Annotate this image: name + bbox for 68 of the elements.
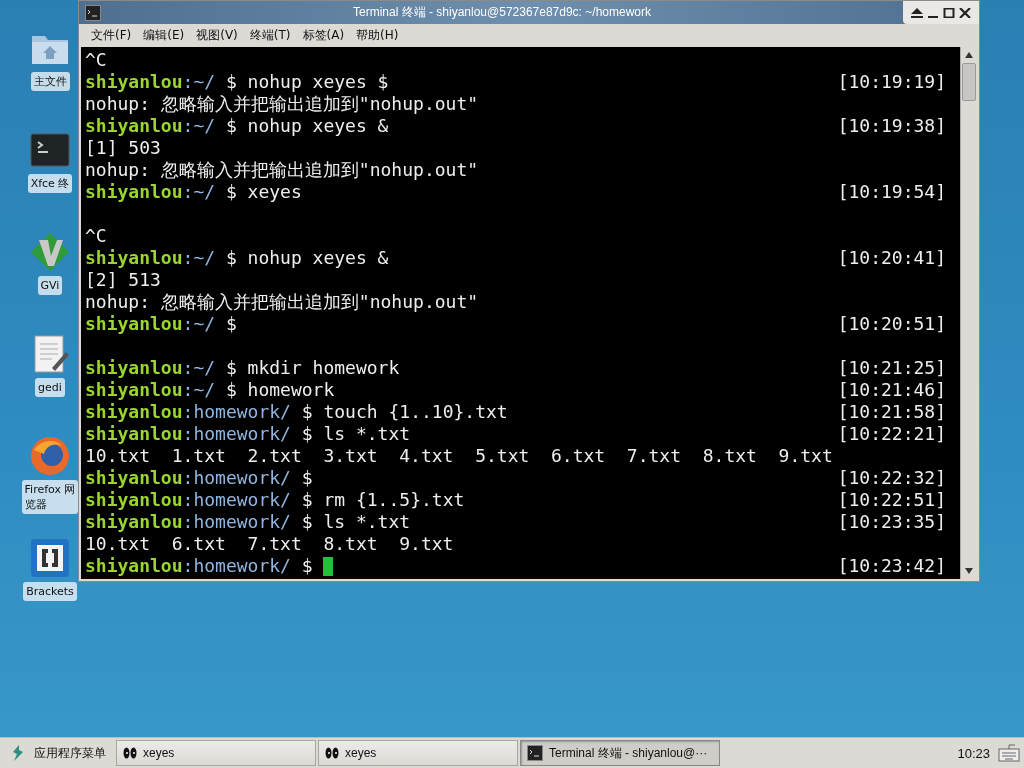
command-line: shiyanlou:homework/ $ xyxy=(85,555,314,577)
taskbar-button[interactable]: xeyes xyxy=(318,740,518,766)
terminal-output: [1] 503 xyxy=(85,137,161,159)
close-icon[interactable] xyxy=(959,7,971,18)
terminal-output: 10.txt 6.txt 7.txt 8.txt 9.txt xyxy=(85,533,454,555)
terminal-icon xyxy=(527,745,543,761)
command-line: shiyanlou:~/ $ nohup xeyes & xyxy=(85,115,389,137)
timestamp: [10:23:42] xyxy=(837,555,946,577)
command-line: shiyanlou:~/ $ nohup xeyes $ xyxy=(85,71,389,93)
window-title: Terminal 终端 - shiyanlou@572367e87d9c: ~/homework xyxy=(352,4,652,21)
command-line: shiyanlou:~/ $ xyxy=(85,313,237,335)
command-line: shiyanlou:homework/ $ xyxy=(85,467,313,489)
terminal-output: nohup: 忽略输入并把输出追加到"nohup.out" xyxy=(85,93,479,115)
menu-item[interactable]: 标签(A) xyxy=(296,25,351,46)
terminal-output: ^C xyxy=(85,49,107,71)
command-line: shiyanlou:homework/ $ ls *.txt xyxy=(85,511,411,533)
taskbar-button[interactable]: Terminal 终端 - shiyanlou@··· xyxy=(520,740,720,766)
scroll-down-icon[interactable] xyxy=(964,567,974,575)
scrollbar-thumb[interactable] xyxy=(962,63,976,101)
icon-label[interactable]: Xfce 终 xyxy=(27,174,73,193)
terminal-output: nohup: 忽略输入并把输出追加到"nohup.out" xyxy=(85,159,479,181)
icon-label[interactable]: Brackets xyxy=(23,582,77,601)
menu-item[interactable]: 编辑(E) xyxy=(137,25,191,46)
command-line: shiyanlou:homework/ $ ls *.txt xyxy=(85,423,411,445)
timestamp: [10:22:32] xyxy=(837,467,946,489)
maximize-icon[interactable] xyxy=(943,7,955,18)
menu-item[interactable]: 视图(V) xyxy=(190,25,244,46)
menu-item[interactable]: 帮助(H) xyxy=(350,25,405,46)
command-line: shiyanlou:~/ $ homework xyxy=(85,379,335,401)
icon-label[interactable]: GVi xyxy=(37,276,63,295)
menu-item[interactable]: 终端(T) xyxy=(243,25,297,46)
clock[interactable]: 10:23 xyxy=(951,745,996,761)
eject-icon[interactable] xyxy=(911,7,923,18)
eyes-icon xyxy=(325,747,339,759)
applications-menu-button[interactable]: 应用程序菜单 xyxy=(4,740,114,766)
timestamp: [10:21:46] xyxy=(837,379,946,401)
terminal-icon xyxy=(85,4,101,21)
command-line: shiyanlou:~/ $ xeyes xyxy=(85,181,302,203)
terminal-output: [2] 513 xyxy=(85,269,161,291)
timestamp: [10:20:41] xyxy=(837,247,946,269)
eyes-icon xyxy=(123,747,137,759)
timestamp: [10:19:19] xyxy=(837,71,946,93)
terminal-output: ^C xyxy=(85,225,107,247)
globe-icon xyxy=(30,436,70,476)
command-line: shiyanlou:~/ $ mkdir homework xyxy=(85,357,400,379)
timestamp: [10:23:35] xyxy=(837,511,946,533)
timestamp: [10:20:51] xyxy=(837,313,946,335)
command-line: shiyanlou:homework/ $ touch {1..10}.txt xyxy=(85,401,508,423)
brackets-icon xyxy=(30,538,70,578)
timestamp: [10:22:21] xyxy=(837,423,946,445)
icon-label[interactable]: gedi xyxy=(35,378,65,397)
icon-label[interactable]: Firefox 网 览器 xyxy=(21,480,79,514)
menu-item[interactable]: 文件(F) xyxy=(85,25,138,46)
command-line: shiyanlou:~/ $ nohup xeyes & xyxy=(85,247,389,269)
terminal-icon xyxy=(30,130,70,170)
timestamp: [10:21:25] xyxy=(837,357,946,379)
scroll-up-icon[interactable] xyxy=(964,51,974,59)
timestamp: [10:19:38] xyxy=(837,115,946,137)
timestamp: [10:22:51] xyxy=(837,489,946,511)
timestamp: [10:19:54] xyxy=(837,181,946,203)
command-line: shiyanlou:homework/ $ rm {1..5}.txt xyxy=(85,489,465,511)
timestamp: [10:21:58] xyxy=(837,401,946,423)
terminal-output: nohup: 忽略输入并把输出追加到"nohup.out" xyxy=(85,291,479,313)
diamond-icon xyxy=(30,232,70,272)
terminal-output: 10.txt 1.txt 2.txt 3.txt 4.txt 5.txt 6.txt 7.txt 8.txt 9.txt xyxy=(85,445,833,467)
taskbar-button[interactable]: xeyes xyxy=(116,740,316,766)
icon-label[interactable]: 主文件 xyxy=(30,72,70,91)
scrollbar[interactable] xyxy=(960,47,977,579)
